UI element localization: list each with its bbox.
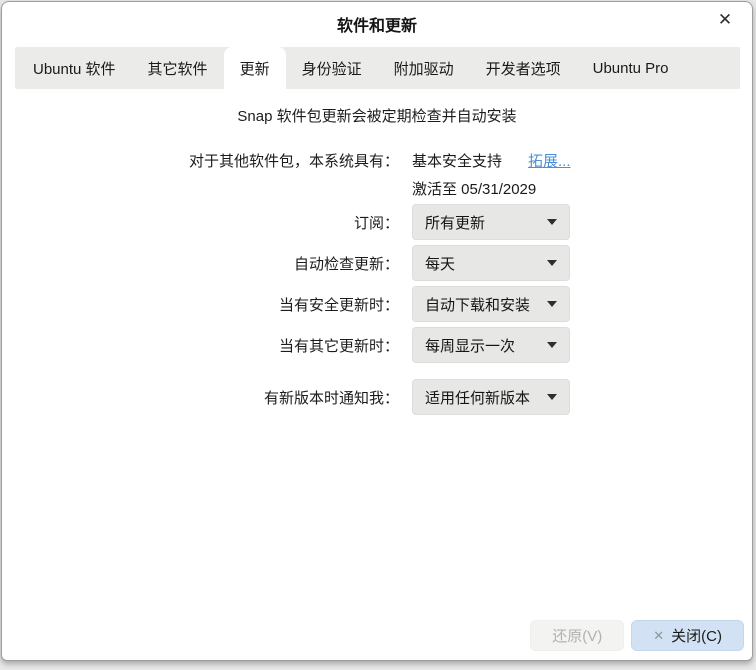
tab-developer-options[interactable]: 开发者选项 [470,47,577,89]
auto-check-dropdown[interactable]: 每天 [412,245,570,281]
dropdown-arrow-icon [547,342,557,348]
expand-support-link[interactable]: 拓展... [528,153,571,170]
tab-ubuntu-software[interactable]: Ubuntu 软件 [17,47,132,89]
row-new-release: 有新版本时通知我： 适用任何新版本 [2,379,752,415]
screen: 软件和更新 ✕ Ubuntu 软件 其它软件 更新 身份验证 附加驱动 开发者选… [0,0,756,670]
row-other-updates: 当有其它更新时： 每周显示一次 [2,327,752,363]
close-button[interactable]: ✕ 关闭(C) [631,620,744,651]
new-release-dropdown[interactable]: 适用任何新版本 [412,379,570,415]
support-label: 对于其他软件包，本系统具有： [188,153,399,170]
new-release-label: 有新版本时通知我： [263,390,399,407]
support-level-text: 基本安全支持 [412,153,503,170]
tab-other-software[interactable]: 其它软件 [132,47,224,89]
tab-bar: Ubuntu 软件 其它软件 更新 身份验证 附加驱动 开发者选项 Ubuntu… [15,47,740,89]
window-close-icon[interactable]: ✕ [712,7,738,33]
security-updates-label: 当有安全更新时： [278,297,399,314]
subscription-dropdown[interactable]: 所有更新 [412,204,570,240]
close-button-icon: ✕ [653,628,665,643]
new-release-dropdown-value: 适用任何新版本 [425,389,531,407]
tab-authentication[interactable]: 身份验证 [286,47,378,89]
software-updates-dialog: 软件和更新 ✕ Ubuntu 软件 其它软件 更新 身份验证 附加驱动 开发者选… [1,1,753,661]
other-updates-dropdown-value: 每周显示一次 [425,337,516,355]
tab-additional-drivers[interactable]: 附加驱动 [378,47,470,89]
revert-button[interactable]: 还原(V) [530,620,625,651]
row-security-updates: 当有安全更新时： 自动下载和安装 [2,286,752,322]
window-title: 软件和更新 [336,18,417,35]
subscription-label: 订阅： [353,215,399,232]
subscription-dropdown-value: 所有更新 [425,214,486,232]
dropdown-arrow-icon [547,394,557,400]
row-auto-check: 自动检查更新： 每天 [2,245,752,281]
auto-check-dropdown-value: 每天 [425,255,456,273]
support-active-until: 激活至 05/31/2029 [412,181,537,198]
auto-check-label: 自动检查更新： [293,256,399,273]
snap-update-note: Snap 软件包更新会被定期检查并自动安装 [237,108,517,125]
tab-ubuntu-pro[interactable]: Ubuntu Pro [577,47,685,89]
footer-button-bar: 还原(V) ✕ 关闭(C) [530,620,744,651]
row-subscription: 订阅： 所有更新 [2,204,752,240]
security-updates-dropdown-value: 自动下载和安装 [425,296,531,314]
dropdown-arrow-icon [547,219,557,225]
other-updates-dropdown[interactable]: 每周显示一次 [412,327,570,363]
tab-updates[interactable]: 更新 [223,47,286,89]
close-button-label: 关闭(C) [671,628,722,645]
support-value-row: 基本安全支持 拓展... [412,150,571,171]
other-updates-label: 当有其它更新时： [278,338,399,355]
security-updates-dropdown[interactable]: 自动下载和安装 [412,286,570,322]
titlebar[interactable]: 软件和更新 ✕ [2,2,752,47]
dropdown-arrow-icon [547,260,557,266]
dropdown-arrow-icon [547,301,557,307]
